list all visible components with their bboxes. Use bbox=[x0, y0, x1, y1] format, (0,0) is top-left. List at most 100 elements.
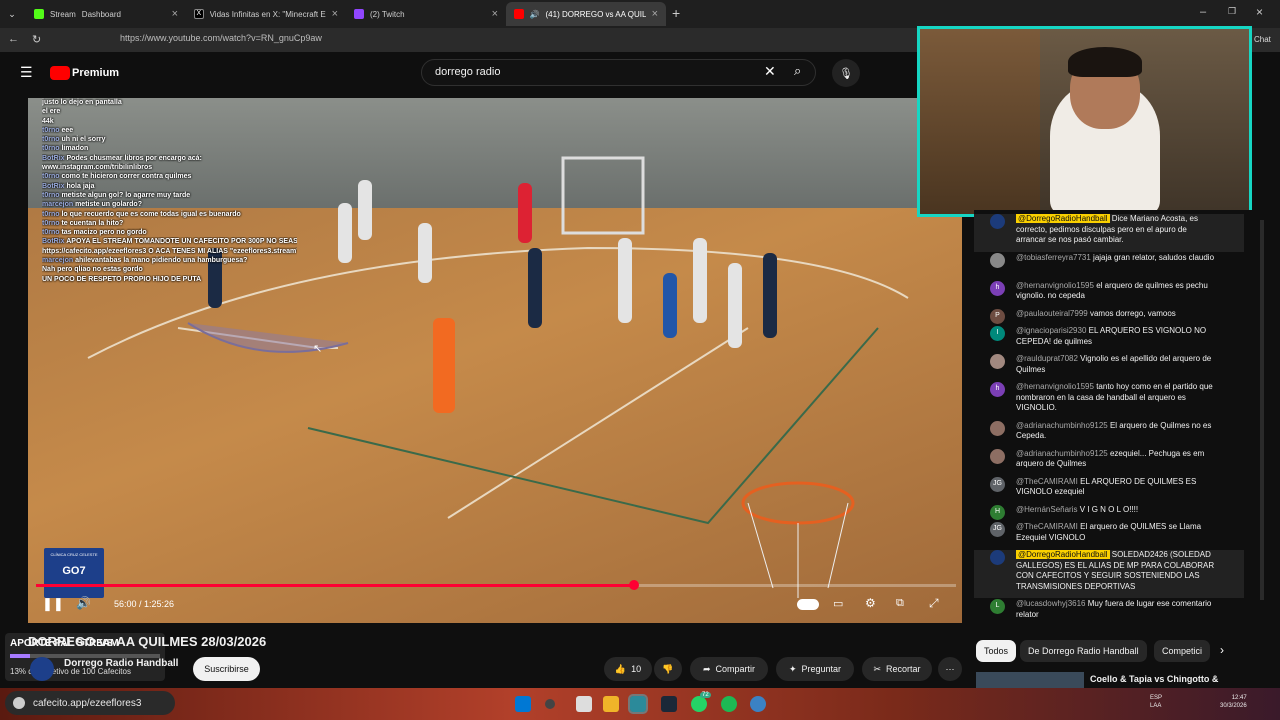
chat-author[interactable]: @hernanvignolio1595 bbox=[1016, 281, 1094, 290]
chat-author[interactable]: @tobiasferreyra7731 bbox=[1016, 253, 1091, 262]
ask-button[interactable]: ✦ Preguntar bbox=[776, 657, 854, 681]
chevron-right-icon[interactable]: › bbox=[1220, 643, 1224, 657]
spotify-icon[interactable] bbox=[721, 696, 737, 712]
url-field[interactable]: https://www.youtube.com/watch?v=RN_gnuCp… bbox=[120, 33, 322, 43]
hamburger-menu-icon[interactable]: ☰ bbox=[20, 64, 33, 81]
pause-icon[interactable]: ❚❚ bbox=[42, 596, 64, 612]
minimize-icon[interactable]: – bbox=[1200, 6, 1206, 18]
chat-author[interactable]: @TheCAMIRAMI bbox=[1016, 522, 1078, 531]
subscribe-button[interactable]: Suscribirse bbox=[193, 657, 260, 681]
clip-button[interactable]: ✂ Recortar bbox=[862, 657, 932, 681]
chat-author[interactable]: @lucasdowhyj3616 bbox=[1016, 599, 1086, 608]
scrubber-handle[interactable] bbox=[629, 580, 639, 590]
steam-icon[interactable] bbox=[661, 696, 677, 712]
clear-search-icon[interactable]: ✕ bbox=[764, 63, 776, 80]
sponsor-logo: CLÍNICA CRUZ CELESTE GO7 bbox=[44, 548, 104, 598]
reload-icon[interactable]: ↻ bbox=[32, 33, 41, 46]
taskbar-search[interactable]: cafecito.app/ezeeflores3 bbox=[5, 691, 175, 715]
chat-avatar[interactable] bbox=[990, 214, 1005, 229]
chat-message: h @hernanvignolio1595 el arquero de quilm… bbox=[974, 280, 1244, 308]
video-player[interactable]: ↖ justo lo dejo en pantalla el ere 44k t0rn… bbox=[28, 98, 962, 623]
youtube-logo-icon[interactable] bbox=[50, 66, 70, 80]
chat-author[interactable]: @TheCAMIRAMI bbox=[1016, 477, 1078, 486]
chat-avatar[interactable]: JG bbox=[990, 522, 1005, 537]
chat-author[interactable]: @hernanvignolio1595 bbox=[1016, 382, 1094, 391]
chat-author[interactable]: @raulduprat7082 bbox=[1016, 354, 1078, 363]
new-tab-plus-icon[interactable]: + bbox=[672, 5, 680, 21]
whatsapp-icon[interactable] bbox=[691, 696, 707, 712]
chat-author[interactable]: @DorregoRadioHandball bbox=[1016, 214, 1110, 223]
close-icon[interactable]: × bbox=[332, 8, 338, 20]
overlay-chat-line: t0rno metiste algun gol? lo agarre muy t… bbox=[42, 191, 297, 200]
channel-avatar[interactable] bbox=[30, 657, 54, 681]
app-icon[interactable] bbox=[750, 696, 766, 712]
tab-list-button[interactable]: ⌄ bbox=[2, 4, 22, 24]
chat-author[interactable]: @adrianachumbinho9125 bbox=[1016, 449, 1108, 458]
fullscreen-icon[interactable]: ⤢ bbox=[929, 596, 939, 611]
clock-date: 30/3/2026 bbox=[1220, 703, 1247, 709]
like-button[interactable]: 👍 10 bbox=[604, 657, 652, 681]
chat-author[interactable]: @ignacioparisi2930 bbox=[1016, 326, 1086, 335]
task-view-icon[interactable] bbox=[545, 699, 555, 709]
chat-side-label[interactable]: Chat bbox=[1254, 35, 1271, 44]
channel-name[interactable]: Dorrego Radio Handball bbox=[64, 658, 178, 669]
subtitles-icon[interactable]: ▭ bbox=[833, 597, 843, 610]
tab-stream-dashboard[interactable]: Stream Dashboard × bbox=[26, 2, 186, 26]
settings-gear-icon[interactable]: ⚙ bbox=[865, 596, 876, 610]
voice-search-mic-icon[interactable]: 🎙 bbox=[832, 59, 860, 87]
language-indicator[interactable]: ESP LAA bbox=[1150, 694, 1162, 710]
tab-x[interactable]: X Vidas Infinitas en X: "Minecraft Ex × bbox=[186, 2, 346, 26]
chat-avatar[interactable]: h bbox=[990, 382, 1005, 397]
chat-avatar[interactable] bbox=[990, 448, 1005, 464]
chat-avatar[interactable]: JG bbox=[990, 476, 1005, 492]
overlay-chat-text: https://cafecito.app/ezeeflores3 O ACA T… bbox=[42, 247, 297, 255]
chat-avatar[interactable] bbox=[990, 420, 1005, 436]
chat-avatar[interactable] bbox=[990, 252, 1005, 268]
autoplay-toggle[interactable] bbox=[797, 599, 819, 610]
dislike-button[interactable]: 👎 bbox=[654, 657, 682, 681]
chat-author[interactable]: @adrianachumbinho9125 bbox=[1016, 421, 1108, 430]
chat-author[interactable]: @DorregoRadioHandball bbox=[1016, 550, 1110, 559]
chat-avatar[interactable]: h bbox=[990, 280, 1005, 296]
volume-icon[interactable]: 🔊 bbox=[76, 596, 91, 610]
tab-twitch[interactable]: (2) Twitch × bbox=[346, 2, 506, 26]
search-icon[interactable]: ⌕ bbox=[794, 63, 801, 79]
chip-todos[interactable]: Todos bbox=[976, 640, 1017, 662]
clock[interactable]: 12:47 30/3/2026 bbox=[1220, 694, 1247, 710]
tab-youtube-active[interactable]: 🔊 (41) DORREGO vs AA QUILME × bbox=[506, 2, 666, 26]
maximize-icon[interactable]: ❐ bbox=[1228, 6, 1236, 17]
share-button[interactable]: ➦ Compartir bbox=[690, 657, 768, 681]
folder-icon[interactable] bbox=[603, 696, 619, 712]
overlay-chat-line: t0rno uh ni el sorry bbox=[42, 135, 297, 144]
chevron-down-icon: ⌄ bbox=[8, 8, 16, 19]
chat-avatar[interactable]: I bbox=[990, 326, 1005, 341]
kick-icon bbox=[34, 9, 44, 19]
chat-avatar[interactable] bbox=[990, 550, 1005, 565]
chat-avatar[interactable]: L bbox=[990, 599, 1005, 614]
search-input[interactable]: dorrego radio bbox=[435, 66, 500, 78]
chat-avatar[interactable]: H bbox=[990, 504, 1005, 520]
close-icon[interactable]: × bbox=[172, 8, 178, 20]
chat-message: H @HernánSeñaris V I G N O L O!!!! bbox=[974, 504, 1244, 522]
close-icon[interactable]: × bbox=[652, 8, 658, 20]
chat-message-body: @TheCAMIRAMI EL ARQUERO DE QUILMES ES VI… bbox=[1016, 477, 1216, 498]
chip-channel[interactable]: De Dorrego Radio Handball bbox=[1020, 640, 1147, 662]
chat-author[interactable]: @HernánSeñaris bbox=[1016, 505, 1077, 514]
windows-start-icon[interactable] bbox=[515, 696, 531, 712]
file-explorer-icon[interactable] bbox=[576, 696, 592, 712]
browser-icon[interactable] bbox=[628, 694, 648, 714]
close-icon[interactable]: × bbox=[492, 8, 498, 20]
next-video-title[interactable]: Coello & Tapia vs Chingotto & bbox=[1090, 674, 1218, 684]
chat-text: jajaja gran relator, saludos claudio bbox=[1090, 252, 1215, 262]
more-actions-button[interactable]: ⋯ bbox=[938, 657, 962, 681]
back-arrow-icon[interactable]: ← bbox=[8, 33, 19, 45]
window-close-icon[interactable]: × bbox=[1256, 5, 1263, 19]
chat-author[interactable]: @paulaouteiral7999 bbox=[1016, 309, 1088, 318]
next-video-thumbnail[interactable] bbox=[976, 672, 1084, 688]
miniplayer-icon[interactable]: ⧉ bbox=[896, 597, 904, 610]
chat-avatar[interactable]: P bbox=[990, 308, 1005, 324]
webcam-overlay bbox=[917, 26, 1252, 217]
speaker-icon[interactable]: 🔊 bbox=[530, 10, 540, 19]
chat-avatar[interactable] bbox=[990, 354, 1005, 369]
chip-competicion[interactable]: Competici bbox=[1154, 640, 1210, 662]
